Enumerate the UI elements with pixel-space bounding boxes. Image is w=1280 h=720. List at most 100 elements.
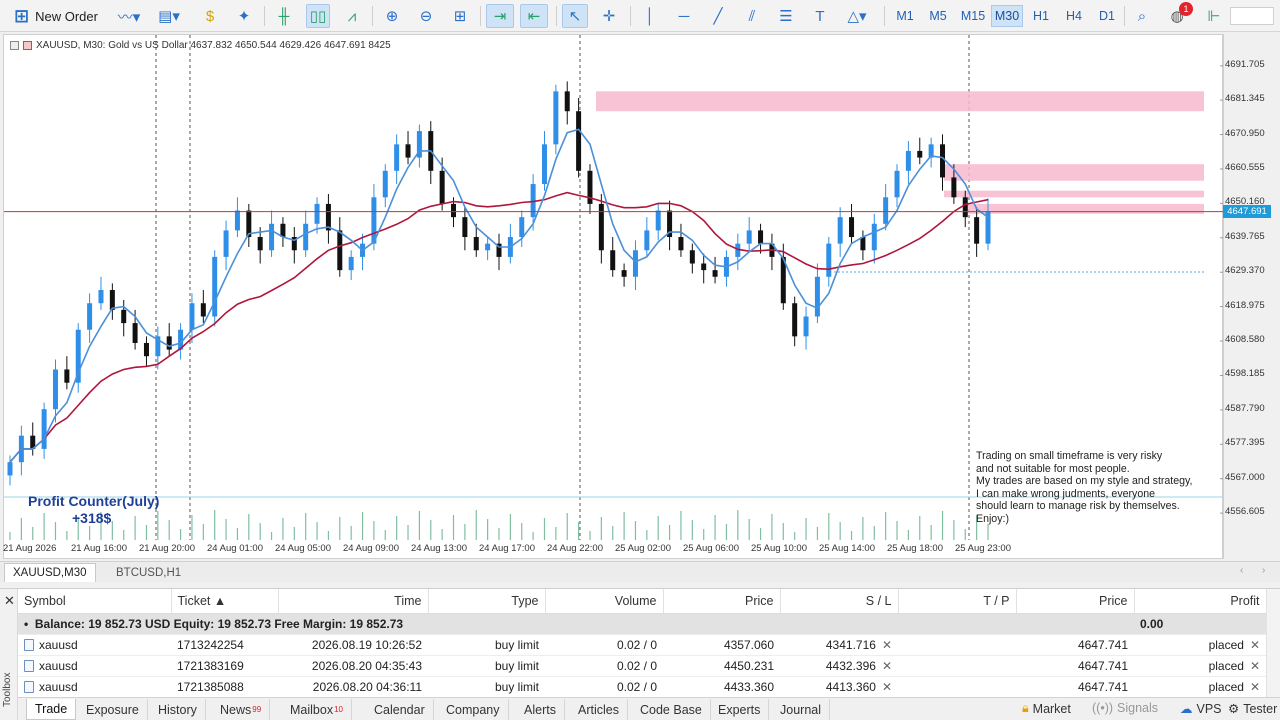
bull-candle (234, 210, 240, 231)
notifications-button[interactable]: ◍ 1 (1164, 2, 1193, 28)
chart-tab-xauusd[interactable]: XAUUSD,M30 (4, 563, 96, 582)
signal-strength-button[interactable]: ⊩ (1202, 4, 1226, 28)
tab-scroll-right-icon[interactable]: › (1262, 565, 1265, 576)
timeframe-m5[interactable]: M5 (925, 5, 951, 27)
vps-button[interactable]: ☁ VPS (1180, 701, 1222, 717)
col-type[interactable]: Type (428, 589, 546, 614)
shapes-menu-button[interactable]: △▾ (840, 4, 874, 28)
tab-experts[interactable]: Experts (710, 699, 770, 720)
channel-button[interactable]: ⫽ (740, 4, 764, 28)
cell-profit: placed ✕ (1134, 655, 1266, 677)
col-ticket[interactable]: Ticket ▲ (171, 589, 279, 614)
timeframe-m1[interactable]: M1 (892, 5, 918, 27)
signals-tab-button[interactable]: ((•)) Signals (1092, 701, 1158, 715)
timeframe-m30[interactable]: M30 (991, 5, 1023, 27)
col-volume[interactable]: Volume (545, 589, 664, 614)
remove-sl-icon[interactable]: ✕ (882, 680, 892, 694)
table-scrollbar[interactable] (1266, 589, 1280, 701)
chart-shift-icon: ⇤ (527, 8, 541, 25)
tab-news[interactable]: News 99 (212, 699, 271, 720)
tab-history[interactable]: History (150, 699, 206, 720)
toolbar-separator (630, 6, 631, 26)
main-toolbar: ⊞ New Order 〰▾ ▤▾ $ ✦ ╫ ▯▯ ⩘ ⊕ ⊖ ⊞ ⇥ ⇤ ↖… (0, 0, 1280, 32)
timeframe-m15[interactable]: M15 (957, 5, 989, 27)
x-tick-label: 21 Aug 20:00 (139, 543, 195, 554)
note-line: and not suitable for most people. (976, 462, 1130, 475)
table-row[interactable]: xauusd 1721385088 2026.08.20 04:36:11 bu… (18, 676, 1266, 698)
remove-sl-icon[interactable]: ✕ (882, 659, 892, 673)
indicators-menu-button[interactable]: 〰▾ (112, 4, 146, 28)
zoom-out-button[interactable]: ⊖ (414, 4, 438, 28)
col-sl[interactable]: S / L (780, 589, 899, 614)
delete-order-icon[interactable]: ✕ (1250, 659, 1260, 673)
cell-time: 2026.08.20 04:36:11 (278, 676, 428, 698)
text-tool-button[interactable]: T (808, 4, 832, 28)
tile-windows-button[interactable]: ⊞ (448, 4, 472, 28)
bull-candle (746, 230, 752, 244)
crosshair-tool-button[interactable]: ✛ (596, 4, 622, 28)
chart-templates-button[interactable]: ▤▾ (152, 4, 186, 28)
remove-sl-icon[interactable]: ✕ (882, 638, 892, 652)
col-symbol[interactable]: Symbol (18, 589, 172, 614)
line-chart-button[interactable]: ⩘ (340, 4, 364, 28)
tester-button[interactable]: ⚙ Tester (1228, 701, 1277, 717)
table-row[interactable]: xauusd 1713242254 2026.08.19 10:26:52 bu… (18, 634, 1266, 656)
cell-current-price: 4647.741 (1016, 676, 1134, 698)
search-button[interactable]: ⌕ (1130, 4, 1154, 28)
order-icon (24, 638, 34, 651)
delete-order-icon[interactable]: ✕ (1250, 680, 1260, 694)
timeframe-h4[interactable]: H4 (1061, 5, 1087, 27)
col-tp[interactable]: T / P (898, 589, 1017, 614)
x-tick-label: 25 Aug 23:00 (955, 543, 1011, 554)
close-icon[interactable]: ✕ (4, 593, 15, 609)
col-profit[interactable]: Profit (1134, 589, 1267, 614)
tab-alerts[interactable]: Alerts (516, 699, 565, 720)
tab-code-base[interactable]: Code Base (632, 699, 711, 720)
new-order-label: New Order (35, 8, 98, 24)
bull-candle (814, 276, 820, 317)
bull-candle (883, 197, 889, 224)
price-chart[interactable]: XAUUSD, M30: Gold vs US Dollar 4637.832 … (3, 34, 1224, 559)
tab-journal[interactable]: Journal (772, 699, 830, 720)
signals-button[interactable]: ✦ (232, 4, 256, 28)
notification-badge: 1 (1179, 2, 1193, 16)
y-tick-label: 4587.790 (1225, 402, 1265, 414)
trend-line-button[interactable]: ╱ (706, 4, 730, 28)
tab-trade[interactable]: Trade (26, 699, 77, 720)
bars-icon: ╫ (278, 7, 290, 25)
bull-candle (837, 217, 843, 244)
tab-calendar[interactable]: Calendar (366, 699, 434, 720)
candlestick-chart-button[interactable]: ▯▯ (306, 4, 330, 28)
col-price[interactable]: Price (663, 589, 781, 614)
auto-scroll-button[interactable]: ⇥ (486, 4, 514, 28)
vertical-line-button[interactable]: │ (638, 4, 662, 28)
profit-text: placed (1208, 679, 1244, 694)
chart-tab-btcusd[interactable]: BTCUSD,H1 (108, 563, 189, 582)
timeframe-d1[interactable]: D1 (1094, 5, 1120, 27)
delete-order-icon[interactable]: ✕ (1250, 638, 1260, 652)
horizontal-line-button[interactable]: ─ (672, 4, 696, 28)
cursor-tool-button[interactable]: ↖ (562, 4, 588, 28)
tab-exposure[interactable]: Exposure (78, 699, 148, 720)
timeframe-h1[interactable]: H1 (1028, 5, 1054, 27)
bull-candle (905, 150, 911, 171)
new-order-button[interactable]: ⊞ New Order (8, 4, 104, 28)
market-button[interactable]: 🔒︎ Market (1022, 701, 1071, 716)
algo-trading-button[interactable]: $ (198, 4, 222, 28)
toolbar-search-input[interactable] (1230, 7, 1274, 25)
tab-articles[interactable]: Articles (570, 699, 628, 720)
toolbar-separator (1124, 6, 1125, 26)
tab-mailbox[interactable]: Mailbox 10 (282, 699, 352, 720)
fibonacci-icon: ☰ (779, 8, 793, 25)
chart-shift-button[interactable]: ⇤ (520, 4, 548, 28)
col-current-price[interactable]: Price (1016, 589, 1135, 614)
col-time[interactable]: Time (278, 589, 429, 614)
table-row[interactable]: xauusd 1721383169 2026.08.20 04:35:43 bu… (18, 655, 1266, 677)
zoom-in-button[interactable]: ⊕ (380, 4, 404, 28)
fibonacci-button[interactable]: ☰ (774, 4, 798, 28)
tab-company[interactable]: Company (438, 699, 509, 720)
bar-chart-button[interactable]: ╫ (272, 4, 296, 28)
bear-candle (121, 309, 127, 324)
tab-scroll-left-icon[interactable]: ‹ (1240, 565, 1243, 576)
balance-row[interactable]: • Balance: 19 852.73 USD Equity: 19 852.… (18, 613, 1266, 635)
